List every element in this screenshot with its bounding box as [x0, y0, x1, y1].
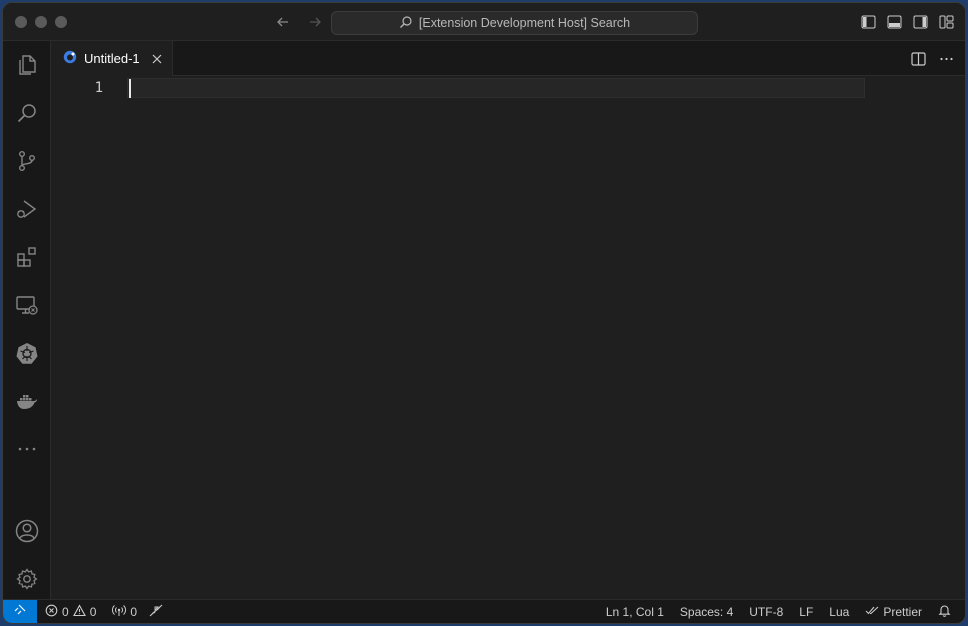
indentation[interactable]: Spaces: 4 [672, 600, 741, 624]
title-bar: [Extension Development Host] Search [3, 3, 965, 41]
plug-disconnected-icon [149, 604, 163, 620]
customize-layout-icon[interactable] [937, 13, 955, 31]
forward-arrow-icon[interactable] [305, 12, 325, 32]
editor-tabs: Untitled-1 [51, 41, 965, 76]
status-bar: 0 0 0 Ln 1, Col 1 Spaces: 4 UTF-8 LF Lua [3, 599, 965, 623]
broadcast-icon [112, 604, 127, 620]
bell-icon [938, 604, 951, 620]
manage-gear-icon[interactable] [3, 559, 51, 599]
explorer-icon[interactable] [3, 45, 51, 85]
warning-icon [72, 603, 86, 620]
tab-label: Untitled-1 [84, 51, 140, 66]
warning-count: 0 [89, 604, 97, 619]
activity-bar [3, 41, 51, 601]
lua-file-icon [63, 50, 77, 67]
more-icon[interactable] [3, 429, 51, 469]
search-icon [399, 15, 413, 32]
error-icon [45, 604, 58, 620]
toggle-secondary-sidebar-icon[interactable] [911, 13, 929, 31]
tab-untitled-1[interactable]: Untitled-1 [51, 41, 173, 76]
search-view-icon[interactable] [3, 93, 51, 133]
maximize-window-button[interactable] [55, 16, 67, 28]
remote-icon [13, 603, 27, 620]
layout-controls [859, 13, 955, 31]
minimize-window-button[interactable] [35, 16, 47, 28]
accounts-icon[interactable] [3, 511, 51, 551]
navigation-arrows [273, 12, 325, 32]
command-center-search[interactable]: [Extension Development Host] Search [331, 11, 698, 35]
notifications-bell[interactable] [930, 600, 965, 624]
remote-indicator[interactable] [3, 599, 37, 623]
source-control-icon[interactable] [3, 141, 51, 181]
status-right-items: Ln 1, Col 1 Spaces: 4 UTF-8 LF Lua Prett… [598, 600, 965, 624]
toggle-panel-icon[interactable] [885, 13, 903, 31]
docker-icon[interactable] [3, 381, 51, 421]
more-actions-icon[interactable] [937, 50, 955, 68]
double-check-icon [865, 604, 879, 619]
ports-count: 0 [130, 604, 138, 619]
editor-actions [909, 50, 955, 68]
formatter-label: Prettier [883, 604, 922, 619]
run-debug-icon[interactable] [3, 189, 51, 229]
problems-indicator[interactable]: 0 0 [37, 600, 102, 624]
close-window-button[interactable] [15, 16, 27, 28]
back-arrow-icon[interactable] [273, 12, 293, 32]
line-number: 1 [94, 80, 103, 96]
window-controls [15, 16, 67, 28]
code-editor[interactable]: 1 [51, 76, 965, 599]
sync-disabled-indicator[interactable] [143, 600, 169, 624]
end-of-line[interactable]: LF [791, 600, 821, 624]
text-cursor [129, 79, 131, 98]
formatter-status[interactable]: Prettier [857, 600, 930, 624]
encoding[interactable]: UTF-8 [741, 600, 791, 624]
error-count: 0 [62, 604, 69, 619]
remote-explorer-icon[interactable] [3, 285, 51, 325]
current-line-highlight [127, 78, 865, 98]
command-center-label: [Extension Development Host] Search [418, 16, 631, 30]
kubernetes-icon[interactable] [3, 333, 51, 373]
ports-indicator[interactable]: 0 [102, 600, 143, 624]
close-icon[interactable] [151, 53, 163, 65]
vscode-window: [Extension Development Host] Search Unti… [2, 2, 966, 624]
split-editor-icon[interactable] [909, 50, 927, 68]
toggle-primary-sidebar-icon[interactable] [859, 13, 877, 31]
language-mode[interactable]: Lua [821, 600, 857, 624]
extensions-icon[interactable] [3, 237, 51, 277]
cursor-position[interactable]: Ln 1, Col 1 [598, 600, 672, 624]
